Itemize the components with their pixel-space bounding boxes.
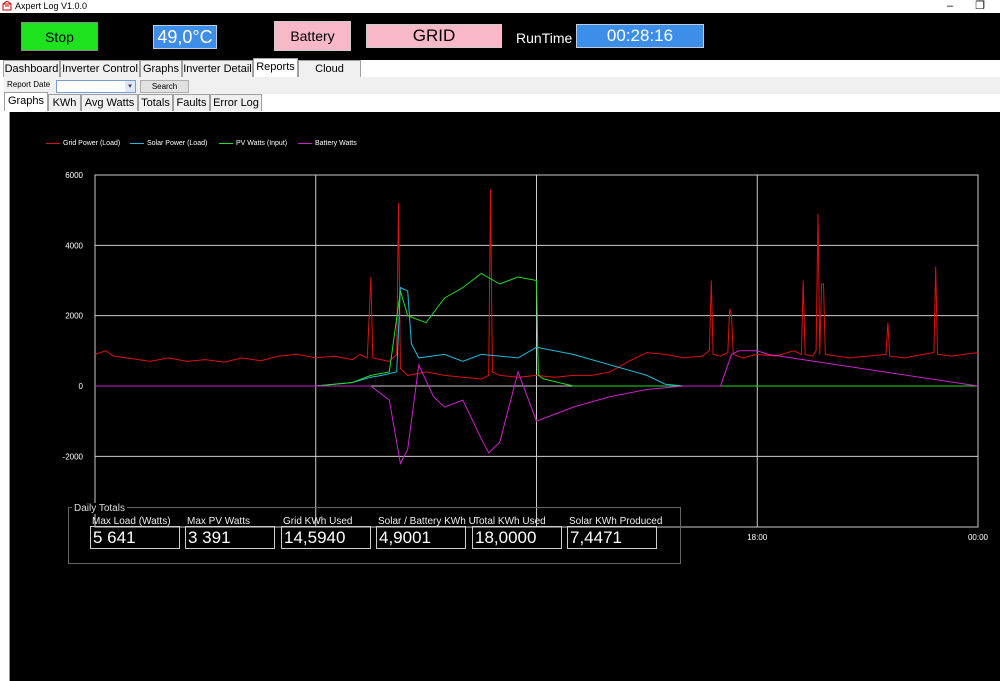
legend-item-grid: Grid Power (Load) [46, 140, 120, 147]
legend-item-pv: PV Watts (Input) [219, 140, 287, 147]
grid-kwh-value: 14,5940 [281, 526, 371, 549]
max-load-value: 5 641 [90, 526, 180, 549]
legend-label-pv: PV Watts (Input) [236, 140, 288, 147]
y-tick-label: 6000 [65, 171, 83, 180]
y-tick-label: -2000 [63, 452, 84, 461]
legend-item-solar: Solar Power (Load) [130, 140, 207, 147]
daily-totals-title: Daily Totals [72, 503, 127, 514]
solar-battery-kwh-value: 4,9001 [376, 526, 466, 549]
max-pv-value: 3 391 [185, 526, 275, 549]
total-kwh-value: 18,0000 [472, 526, 562, 549]
legend-label-solar: Solar Power (Load) [147, 140, 208, 147]
solar-kwh-produced-value: 7,4471 [567, 526, 657, 549]
legend-item-battery: Battery Watts [298, 140, 357, 147]
y-tick-label: 2000 [65, 312, 83, 321]
legend-label-battery: Battery Watts [315, 140, 357, 147]
x-tick-label: 00:00 [968, 533, 989, 542]
y-tick-label: 4000 [65, 241, 83, 250]
y-tick-label: 0 [79, 382, 84, 391]
legend-label-grid: Grid Power (Load) [63, 140, 121, 147]
x-tick-label: 18:00 [747, 533, 768, 542]
power-chart: 6000 4000 2000 0 -2000 18:00 00:00 [63, 171, 989, 542]
